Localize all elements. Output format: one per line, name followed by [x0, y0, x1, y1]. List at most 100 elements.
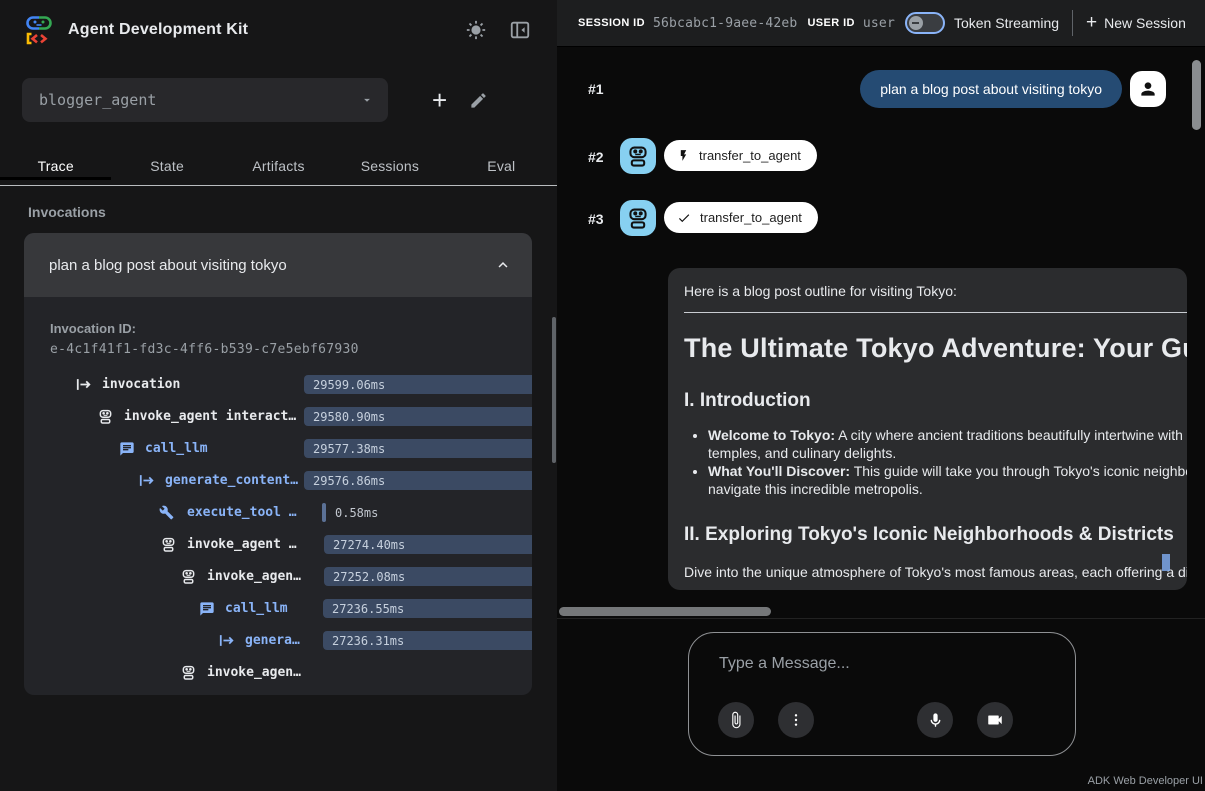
chevron-down-icon: [360, 93, 374, 107]
sidebar: Agent Development Kit: [0, 0, 557, 791]
user-id-value: user: [863, 16, 895, 31]
text-cursor: [1162, 554, 1170, 571]
app-title: Agent Development Kit: [68, 21, 248, 39]
session-id-value: 56bcabc1-9aee-42eb: [653, 16, 797, 31]
sidebar-header: Agent Development Kit: [0, 0, 557, 60]
trace-tree-row[interactable]: invoke_agen… 10: [50, 657, 532, 689]
topbar-divider: [1072, 10, 1073, 36]
blog-section-heading: I. Introduction: [684, 390, 1187, 412]
theme-toggle-button[interactable]: [461, 15, 491, 45]
adk-logo-icon: [24, 14, 54, 46]
composer-zone: ADK Web Developer UI: [557, 618, 1205, 791]
user-avatar: [1130, 71, 1166, 107]
person-icon: [1138, 79, 1158, 99]
plus-icon: +: [432, 85, 447, 115]
wrench-icon: [159, 505, 174, 520]
trace-tree: invocation 29599.06ms invoke_agent inter…: [50, 369, 532, 689]
invocations-heading: Invocations: [0, 186, 557, 220]
token-streaming-label: Token Streaming: [954, 15, 1059, 31]
toggle-thumb-icon: [909, 16, 923, 30]
blog-bullet: Welcome to Tokyo: A city where ancient t…: [708, 426, 1187, 462]
message-index: #3: [588, 211, 604, 227]
edit-agent-button[interactable]: [465, 87, 492, 114]
bolt-icon: [677, 148, 690, 163]
pencil-icon: [469, 91, 488, 110]
sidebar-scrollbar[interactable]: [552, 317, 556, 463]
message-input[interactable]: [719, 655, 1049, 673]
invocation-card-header[interactable]: plan a blog post about visiting tokyo: [24, 233, 532, 297]
chat-bubble-icon: [199, 601, 215, 617]
tool-response-chip[interactable]: transfer_to_agent: [664, 202, 818, 233]
arrow-right-icon: [219, 633, 235, 648]
trace-tree-row[interactable]: genera… 27236.31ms: [50, 625, 532, 657]
trace-tree-row[interactable]: invoke_agent interact… 29580.90ms: [50, 401, 532, 433]
chat-panel: SESSION ID 56bcabc1-9aee-42eb USER ID us…: [557, 0, 1205, 791]
message-index: #1: [588, 81, 604, 97]
trace-tree-row[interactable]: generate_content… 29576.86ms: [50, 465, 532, 497]
tab-eval[interactable]: Eval: [446, 146, 557, 185]
agent-response-card: Here is a blog post outline for visiting…: [668, 268, 1187, 590]
horizontal-scrollbar[interactable]: [557, 605, 1205, 618]
response-intro: Here is a blog post outline for visiting…: [684, 283, 1187, 299]
active-tab-ink-bar: [0, 177, 111, 180]
footer-note: ADK Web Developer UI: [1088, 775, 1203, 787]
messages-area: #1 plan a blog post about visiting tokyo…: [557, 47, 1205, 605]
invocation-card-body: Invocation ID: e-4c1f41f1-fd3c-4ff6-b539…: [24, 297, 532, 689]
invocation-id-value: e-4c1f41f1-fd3c-4ff6-b539-c7e5ebf67930: [50, 342, 532, 357]
tab-sessions[interactable]: Sessions: [334, 146, 445, 185]
sun-icon: [465, 19, 487, 41]
attach-file-button[interactable]: [718, 702, 754, 738]
trace-tree-row[interactable]: execute_tool … 0.58ms: [50, 497, 532, 529]
new-session-button[interactable]: + New Session: [1086, 15, 1186, 31]
agent-row: blogger_agent +: [0, 60, 557, 122]
vertical-scrollbar[interactable]: [1192, 60, 1201, 130]
adk-app: Agent Development Kit: [0, 0, 1205, 791]
blog-bullet-list: Welcome to Tokyo: A city where ancient t…: [708, 426, 1187, 498]
paperclip-icon: [727, 711, 745, 729]
message-index: #2: [588, 149, 604, 165]
tab-bar: Trace State Artifacts Sessions Eval: [0, 146, 557, 186]
videocam-icon: [986, 711, 1004, 729]
robot-icon: [627, 145, 649, 168]
trace-tree-row[interactable]: call_llm 29577.38ms: [50, 433, 532, 465]
user-id-label: USER ID: [807, 17, 854, 29]
robot-icon: [181, 569, 196, 585]
agent-select[interactable]: blogger_agent: [22, 78, 388, 122]
trace-tree-row[interactable]: call_llm 27236.55ms: [50, 593, 532, 625]
robot-icon: [181, 665, 196, 681]
robot-icon: [98, 409, 113, 425]
bot-avatar: [620, 200, 656, 236]
chat-bubble-icon: [119, 441, 135, 457]
user-message-bubble: plan a blog post about visiting tokyo: [860, 70, 1122, 108]
plus-icon: +: [1086, 16, 1097, 30]
agent-select-value: blogger_agent: [39, 91, 360, 109]
more-options-button[interactable]: [778, 702, 814, 738]
add-session-button[interactable]: +: [432, 90, 447, 110]
ellipsis-vertical-icon: [788, 712, 804, 728]
divider: [684, 312, 1187, 313]
trace-tree-row[interactable]: invoke_agen… 27252.08ms: [50, 561, 532, 593]
arrow-right-icon: [76, 377, 92, 392]
bot-avatar: [620, 138, 656, 174]
invocation-card: plan a blog post about visiting tokyo In…: [24, 233, 532, 695]
tab-artifacts[interactable]: Artifacts: [223, 146, 334, 185]
tab-state[interactable]: State: [111, 146, 222, 185]
robot-icon: [627, 207, 649, 230]
horizontal-scrollbar-thumb[interactable]: [559, 607, 771, 616]
video-button[interactable]: [977, 702, 1013, 738]
blog-title: The Ultimate Tokyo Adventure: Your Guide: [684, 333, 1187, 364]
blog-section-heading: II. Exploring Tokyo's Iconic Neighborhoo…: [684, 524, 1187, 546]
trace-tree-row[interactable]: invocation 29599.06ms: [50, 369, 532, 401]
token-streaming-toggle[interactable]: [905, 12, 945, 34]
collapse-sidebar-button[interactable]: [505, 15, 535, 45]
trace-tree-row[interactable]: invoke_agent … 27274.40ms: [50, 529, 532, 561]
tool-call-chip[interactable]: transfer_to_agent: [664, 140, 817, 171]
blog-paragraph: Dive into the unique atmosphere of Tokyo…: [684, 564, 1187, 580]
session-id-label: SESSION ID: [578, 17, 645, 29]
message-composer: [688, 632, 1076, 756]
mic-icon: [927, 712, 944, 729]
microphone-button[interactable]: [917, 702, 953, 738]
invocation-id-label: Invocation ID:: [50, 321, 532, 336]
chevron-up-icon: [494, 256, 512, 274]
robot-icon: [161, 537, 176, 553]
